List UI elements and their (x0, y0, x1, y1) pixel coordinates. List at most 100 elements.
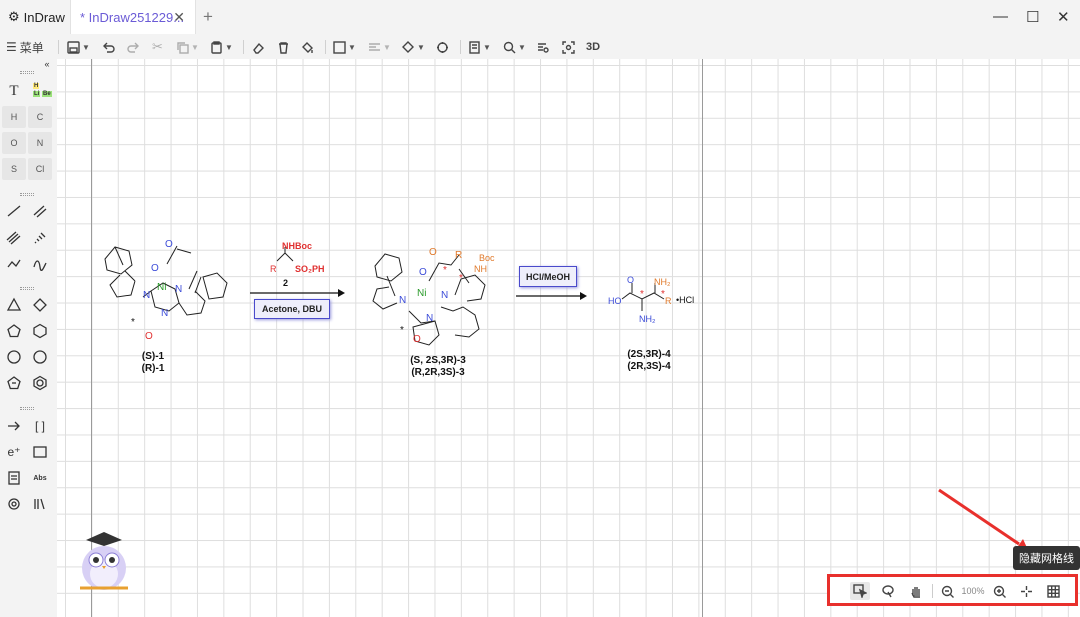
pentagon-ring-icon (7, 376, 21, 390)
chain-icon (7, 259, 21, 268)
align-button[interactable]: ▼ (368, 38, 391, 56)
r-group-3: R (455, 250, 462, 261)
hcl-salt-4: •HCl (676, 295, 694, 305)
benzene-tool[interactable] (29, 372, 51, 394)
zoom-out-button[interactable] (938, 582, 956, 600)
tab-document[interactable]: * InDraw251229... ✕ (70, 0, 196, 34)
save-icon (67, 40, 80, 54)
text-tool[interactable]: T (3, 80, 25, 102)
3d-button[interactable]: 3D (586, 38, 600, 56)
double-bond-icon (33, 205, 47, 218)
triple-bond-tool[interactable] (3, 226, 25, 248)
maximize-button[interactable]: ☐ (1026, 8, 1039, 26)
toggle-grid-button[interactable] (1044, 582, 1062, 600)
hand-icon (911, 587, 920, 598)
atom-s-button[interactable]: S (2, 158, 26, 180)
zoom-in-button[interactable] (990, 582, 1008, 600)
document-button[interactable]: ▼ (468, 38, 491, 56)
menu-button[interactable]: ☰ 菜单 (6, 38, 44, 56)
nh2-bottom-4: NH₂ (639, 314, 656, 324)
n-atom-1b: N (175, 284, 182, 295)
copy-button[interactable]: ▼ (176, 38, 199, 56)
heptagon-ring-tool[interactable] (3, 346, 25, 368)
atom-h-button[interactable]: H (2, 106, 26, 128)
eraser-button[interactable] (252, 38, 265, 56)
zoom-out-icon (941, 585, 954, 598)
paste-button[interactable]: ▼ (210, 38, 233, 56)
minimize-button[interactable]: — (993, 8, 1008, 25)
abbreviation-tool[interactable]: Abs (29, 467, 51, 489)
arrow-right-icon (8, 421, 20, 431)
new-tab-button[interactable]: + (203, 7, 213, 27)
atom-o-button[interactable]: O (2, 132, 26, 154)
fit-to-window-button[interactable] (1017, 582, 1035, 600)
o-atom-1c: O (145, 331, 153, 342)
compound-4-label: (2S,3R)-4 (2R,3S)-4 (609, 349, 689, 373)
double-bond-tool[interactable] (29, 200, 51, 222)
nh-group-3: NH (474, 264, 487, 274)
grid-icon (1046, 584, 1060, 598)
pentagon-ring-tool[interactable] (3, 320, 25, 342)
chain-tool[interactable] (3, 252, 25, 274)
hashed-bond-tool[interactable] (29, 226, 51, 248)
tab-home[interactable]: ⚙ InDraw (0, 0, 70, 34)
rectangle-tool[interactable] (29, 441, 51, 463)
recognize-button[interactable] (562, 38, 575, 56)
cut-button[interactable]: ✂ (152, 38, 163, 56)
cyclohexane-tool[interactable] (3, 372, 25, 394)
grip-handle (20, 71, 34, 74)
fill-button[interactable] (301, 38, 314, 56)
redo-button[interactable] (127, 38, 140, 56)
hexagon-ring-tool[interactable] (29, 320, 51, 342)
search-button[interactable]: ▼ (503, 38, 526, 56)
atom-c-button[interactable]: C (28, 106, 52, 128)
curve-tool[interactable] (29, 252, 51, 274)
periodic-h: H (33, 83, 40, 89)
condition-box-1[interactable]: Acetone, DBU (254, 299, 330, 319)
select-mode-button[interactable] (850, 582, 870, 600)
close-tab-icon[interactable]: ✕ (173, 9, 185, 26)
triangle-ring-tool[interactable] (3, 294, 25, 316)
orbital-tool[interactable] (3, 493, 25, 515)
n-atom-1a: N (143, 290, 150, 301)
octagon-ring-tool[interactable] (29, 346, 51, 368)
condition-box-2[interactable]: HCl/MeOH (519, 266, 577, 287)
library-tool[interactable] (29, 493, 51, 515)
curve-icon (33, 260, 47, 271)
tooltip: 隐藏网格线 (1013, 546, 1080, 570)
atom-cl-button[interactable]: Cl (28, 158, 52, 180)
close-window-button[interactable]: ✕ (1057, 8, 1070, 26)
boc-group-3: Boc (479, 253, 495, 263)
square-ring-tool[interactable] (29, 294, 51, 316)
fit-icon (1020, 585, 1032, 597)
arrow-tool[interactable] (3, 415, 25, 437)
delete-button[interactable] (277, 38, 290, 56)
font-size-button[interactable]: ▼ (333, 38, 356, 56)
diamond-icon (33, 298, 47, 312)
clean-structure-button[interactable] (436, 38, 449, 56)
pan-button[interactable] (906, 582, 926, 600)
menu-button-label: 菜单 (19, 40, 44, 55)
find-button[interactable] (537, 38, 550, 56)
o-atom-3b: O (429, 247, 437, 258)
zoom-level[interactable]: 100% (959, 582, 987, 600)
charge-tool[interactable]: e⁺ (3, 441, 25, 463)
template-tool[interactable] (3, 467, 25, 489)
o-atom-3c: O (413, 334, 421, 345)
style-button[interactable]: ▼ (402, 38, 425, 56)
collapse-panel-icon[interactable]: « (36, 59, 58, 69)
undo-button[interactable] (102, 38, 115, 56)
tool-palette: « T H Li Be H C O N S Cl [ ] e⁺ Abs (0, 59, 57, 617)
search-icon (503, 41, 516, 53)
lasso-button[interactable] (878, 582, 898, 600)
bracket-tool[interactable]: [ ] (29, 415, 51, 437)
atom-n-button[interactable]: N (28, 132, 52, 154)
grip-handle (20, 407, 34, 410)
reagent-number: 2 (283, 278, 288, 288)
periodic-table-tool[interactable]: H Li Be (30, 80, 52, 102)
circle-icon (33, 350, 47, 364)
single-bond-tool[interactable] (3, 200, 25, 222)
save-button[interactable]: ▼ (67, 38, 90, 56)
drawing-canvas[interactable]: Ni N N N O O O * NHBoc R SO₂PH 2 Ni N N … (57, 59, 1080, 617)
hashed-bond-icon (34, 232, 46, 244)
